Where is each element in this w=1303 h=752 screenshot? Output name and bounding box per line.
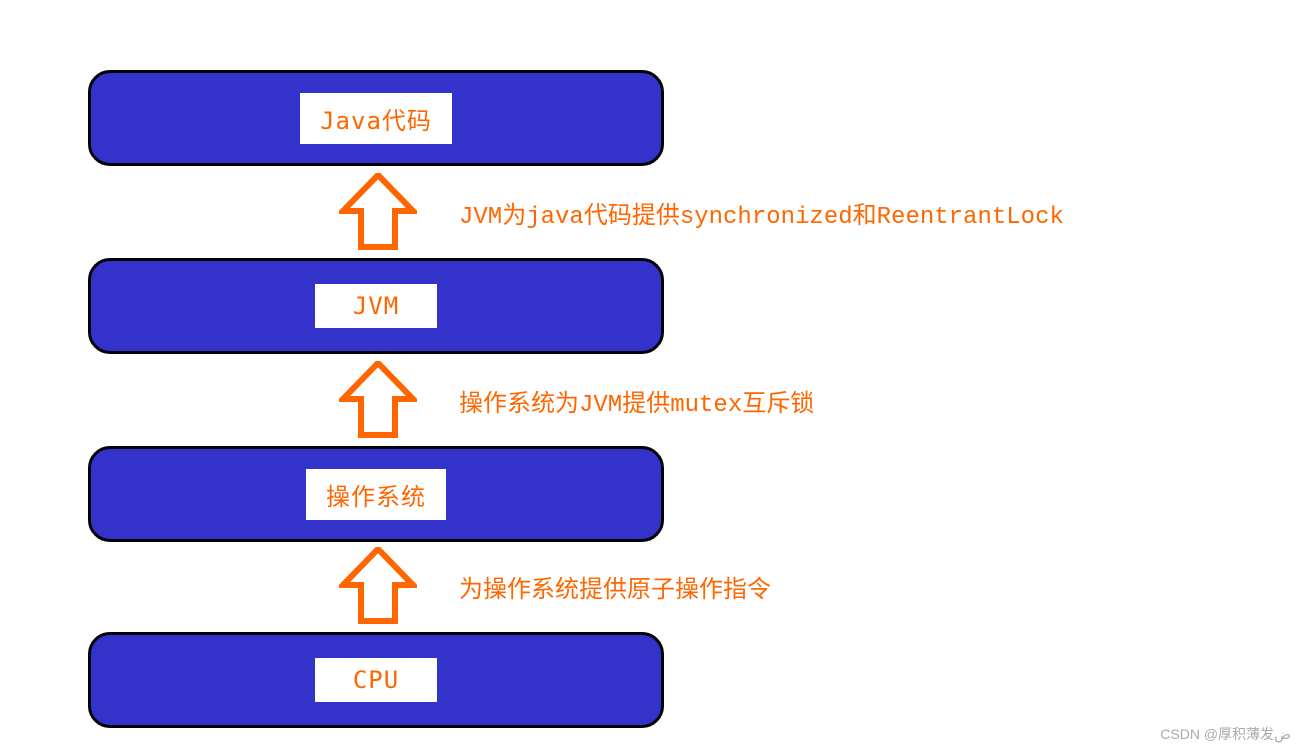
layer-jvm: JVM [88, 258, 664, 354]
up-arrow-icon [339, 361, 417, 441]
arrow-os-to-jvm [339, 361, 417, 441]
layer-os: 操作系统 [88, 446, 664, 542]
arrow-jvm-to-java [339, 173, 417, 253]
layer-java-label: Java代码 [300, 93, 452, 144]
annotation-os: 操作系统为JVM提供mutex互斥锁 [459, 383, 814, 419]
up-arrow-icon [339, 547, 417, 627]
layer-jvm-label: JVM [315, 284, 437, 328]
annotation-cpu: 为操作系统提供原子操作指令 [459, 569, 771, 605]
layer-java: Java代码 [88, 70, 664, 166]
layer-cpu: CPU [88, 632, 664, 728]
layer-cpu-label: CPU [315, 658, 437, 702]
watermark: CSDN @厚积薄发ض [1160, 724, 1291, 744]
arrow-cpu-to-os [339, 547, 417, 627]
layer-os-label: 操作系统 [306, 469, 446, 520]
annotation-jvm: JVM为java代码提供synchronized和ReentrantLock [459, 195, 1064, 231]
up-arrow-icon [339, 173, 417, 253]
